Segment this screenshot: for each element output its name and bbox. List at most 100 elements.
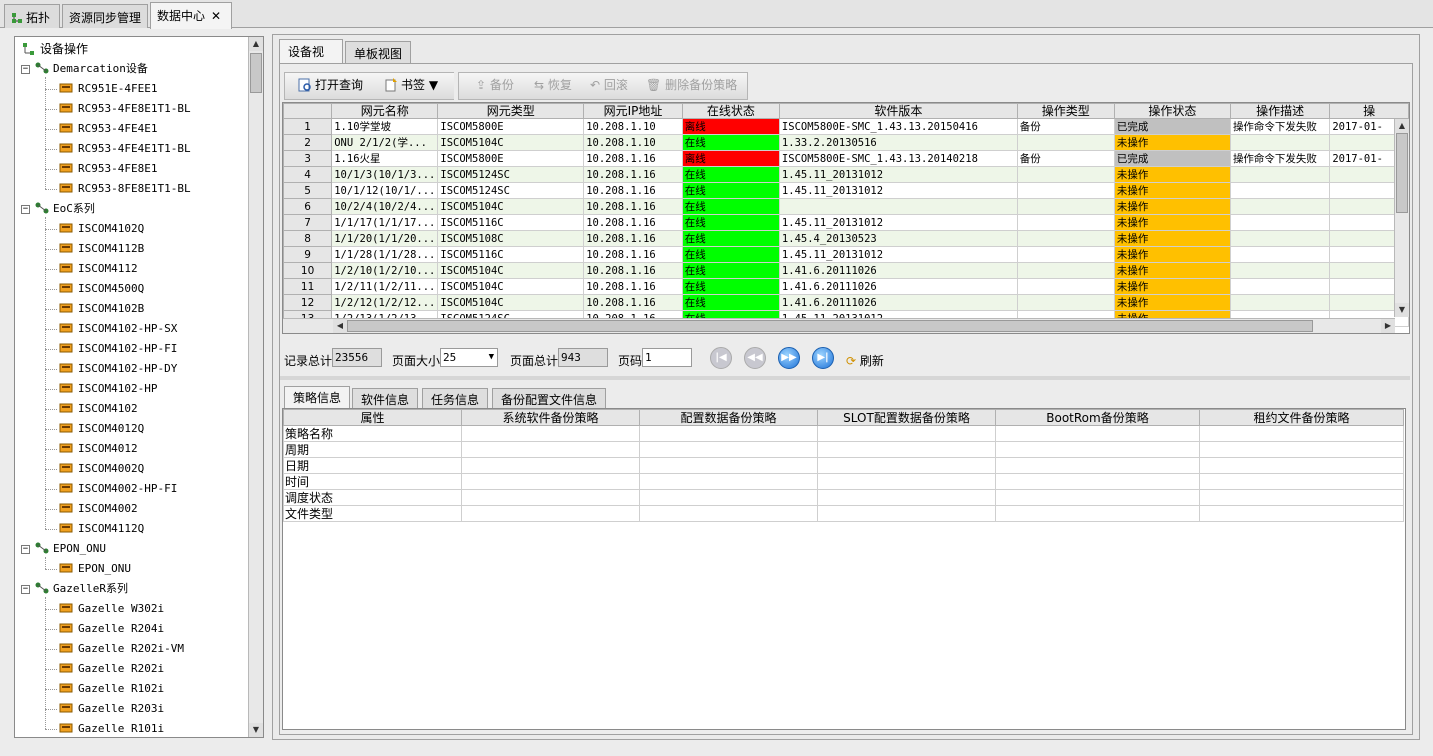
tree-item[interactable]: ISCOM4500Q — [59, 279, 144, 299]
close-icon[interactable]: ✕ — [211, 9, 221, 23]
tab-policy-info[interactable]: 策略信息 — [284, 386, 351, 408]
delete-policy-button[interactable]: 🗑 删除备份策略 — [640, 72, 743, 100]
table-row[interactable]: 10 1/2/10(1/2/10... ISCOM5104C 10.208.1.16 在… — [283, 262, 1409, 279]
collapse-icon[interactable]: − — [21, 205, 30, 214]
collapse-icon[interactable]: − — [21, 585, 30, 594]
scroll-left-icon[interactable]: ◀ — [333, 319, 347, 333]
last-page-button[interactable]: ▶| — [812, 347, 834, 369]
tree-item[interactable]: Gazelle R102i — [59, 679, 164, 699]
tree-item[interactable]: RC951E-4FEE1 — [59, 79, 157, 99]
tree-item[interactable]: Gazelle R202i — [59, 659, 164, 679]
tree-item[interactable]: ISCOM4102B — [59, 299, 144, 319]
tab-topology[interactable]: 拓扑 — [4, 4, 60, 28]
page-size-select[interactable]: 25 ▼ — [440, 348, 498, 367]
policy-column-header[interactable]: 配置数据备份策略 — [639, 409, 818, 426]
tree-group[interactable]: − EPON_ONU — [21, 539, 106, 559]
tree-item[interactable]: ISCOM4102-HP-FI — [59, 339, 177, 359]
tree-item[interactable]: ISCOM4002 — [59, 499, 138, 519]
table-vertical-scrollbar[interactable]: ▲ ▼ — [1394, 119, 1409, 317]
scroll-thumb[interactable] — [347, 320, 1313, 332]
policy-column-header[interactable]: SLOT配置数据备份策略 — [817, 409, 996, 426]
tree-item[interactable]: ISCOM4112Q — [59, 519, 144, 539]
tree-item[interactable]: RC953-4FE8E1T1-BL — [59, 99, 191, 119]
scroll-right-icon[interactable]: ▶ — [1381, 319, 1395, 333]
tree-item[interactable]: ISCOM4112 — [59, 259, 138, 279]
scroll-thumb[interactable] — [250, 53, 262, 93]
tree-item[interactable]: ISCOM4012 — [59, 439, 138, 459]
tree-item[interactable]: RC953-4FE8E1 — [59, 159, 157, 179]
table-row[interactable]: 11 1/2/11(1/2/11... ISCOM5104C 10.208.1.16 在… — [283, 278, 1409, 295]
tab-backup-config-info[interactable]: 备份配置文件信息 — [492, 388, 607, 408]
tree-item[interactable]: Gazelle R202i-VM — [59, 639, 184, 659]
restore-button[interactable]: ⇆ 恢复 — [528, 72, 578, 100]
page-number-input[interactable]: 1 — [642, 348, 692, 367]
policy-column-header[interactable]: 系统软件备份策略 — [461, 409, 640, 426]
column-header[interactable]: 操作状态 — [1113, 103, 1231, 119]
tree-item[interactable]: ISCOM4102-HP-SX — [59, 319, 177, 339]
tree-item[interactable]: ISCOM4002Q — [59, 459, 144, 479]
policy-row[interactable]: 文件类型 — [283, 505, 1404, 522]
tree-item[interactable]: ISCOM4112B — [59, 239, 144, 259]
open-query-button[interactable]: 打开查询 — [292, 72, 369, 100]
table-row[interactable]: 6 10/2/4(10/2/4... ISCOM5104C 10.208.1.16 在线… — [283, 198, 1409, 215]
column-header[interactable]: 操作描述 — [1229, 103, 1331, 119]
policy-row[interactable]: 时间 — [283, 473, 1404, 490]
tree-item[interactable]: ISCOM4012Q — [59, 419, 144, 439]
tree-item[interactable]: ISCOM4002-HP-FI — [59, 479, 177, 499]
tree-group[interactable]: − Demarcation设备 — [21, 59, 148, 79]
tree-item[interactable]: RC953-4FE4E1 — [59, 119, 157, 139]
tab-software-info[interactable]: 软件信息 — [352, 388, 419, 408]
tree-item[interactable]: EPON_ONU — [59, 559, 131, 579]
tree-item[interactable]: Gazelle R204i — [59, 619, 164, 639]
bookmark-button[interactable]: 书签 ▼ — [378, 72, 444, 100]
tab-resource-sync[interactable]: 资源同步管理 — [62, 4, 148, 28]
table-row[interactable]: 8 1/1/20(1/1/20... ISCOM5108C 10.208.1.16 在线… — [283, 230, 1409, 247]
scroll-thumb[interactable] — [1396, 133, 1408, 213]
tree-root[interactable]: 设备操作 — [21, 39, 88, 59]
table-row[interactable]: 12 1/2/12(1/2/12... ISCOM5104C 10.208.1.16 在… — [283, 294, 1409, 311]
column-header[interactable]: 操作类型 — [1016, 103, 1115, 119]
scroll-up-icon[interactable]: ▲ — [249, 37, 263, 51]
policy-column-header[interactable]: BootRom备份策略 — [995, 409, 1200, 426]
policy-row[interactable]: 日期 — [283, 457, 1404, 474]
collapse-icon[interactable]: − — [21, 545, 30, 554]
backup-button[interactable]: ⇪ 备份 — [470, 72, 520, 100]
tree-item[interactable]: ISCOM4102-HP — [59, 379, 157, 399]
table-horizontal-scrollbar[interactable]: ◀ ▶ — [333, 318, 1395, 333]
first-page-button[interactable]: |◀ — [710, 347, 732, 369]
scroll-down-icon[interactable]: ▼ — [249, 723, 263, 737]
tree-item[interactable]: ISCOM4102Q — [59, 219, 144, 239]
scroll-up-icon[interactable]: ▲ — [1395, 119, 1409, 133]
refresh-button[interactable]: ⟳ 刷新 — [846, 352, 884, 369]
table-row[interactable]: 5 10/1/12(10/1/... ISCOM5124SC 10.208.1.16 在… — [283, 182, 1409, 199]
tree-item[interactable]: RC953-4FE4E1T1-BL — [59, 139, 191, 159]
table-row[interactable]: 3 1.16火星 ISCOM5800E 10.208.1.16 离线 ISCOM5800E… — [283, 150, 1409, 167]
policy-row[interactable]: 策略名称 — [283, 425, 1404, 442]
policy-row[interactable]: 调度状态 — [283, 489, 1404, 506]
column-header[interactable]: 在线状态 — [681, 103, 780, 119]
tree-item[interactable]: Gazelle R203i — [59, 699, 164, 719]
table-row[interactable]: 4 10/1/3(10/1/3... ISCOM5124SC 10.208.1.16 在… — [283, 166, 1409, 183]
collapse-icon[interactable]: − — [21, 65, 30, 74]
tree-group[interactable]: − GazelleR系列 — [21, 579, 128, 599]
column-header[interactable]: 网元名称 — [331, 103, 439, 119]
table-row[interactable]: 2 ONU 2/1/2(学... ISCOM5104C 10.208.1.10 在线 1.… — [283, 134, 1409, 151]
tree-item[interactable]: ISCOM4102-HP-DY — [59, 359, 177, 379]
policy-column-header[interactable]: 租约文件备份策略 — [1199, 409, 1404, 426]
table-row[interactable]: 7 1/1/17(1/1/17... ISCOM5116C 10.208.1.16 在线… — [283, 214, 1409, 231]
policy-row[interactable]: 周期 — [283, 441, 1404, 458]
column-header[interactable]: 网元IP地址 — [583, 103, 683, 119]
tab-task-info[interactable]: 任务信息 — [422, 388, 489, 408]
tab-data-center[interactable]: 数据中心 ✕ — [150, 2, 232, 29]
column-header[interactable]: 软件版本 — [778, 103, 1018, 119]
table-row[interactable]: 9 1/1/28(1/1/28... ISCOM5116C 10.208.1.16 在线… — [283, 246, 1409, 263]
column-header[interactable]: 操 — [1329, 103, 1409, 119]
tab-device-view[interactable]: 设备视图 — [279, 39, 343, 76]
tree-scrollbar[interactable]: ▲ ▼ — [248, 37, 263, 737]
next-page-button[interactable]: ▶▶ — [778, 347, 800, 369]
rollback-button[interactable]: ↶ 回滚 — [584, 72, 634, 100]
tree-item[interactable]: ISCOM4102 — [59, 399, 138, 419]
prev-page-button[interactable]: ◀◀ — [744, 347, 766, 369]
policy-column-header[interactable]: 属性 — [283, 409, 462, 426]
tree-item[interactable]: Gazelle W302i — [59, 599, 164, 619]
